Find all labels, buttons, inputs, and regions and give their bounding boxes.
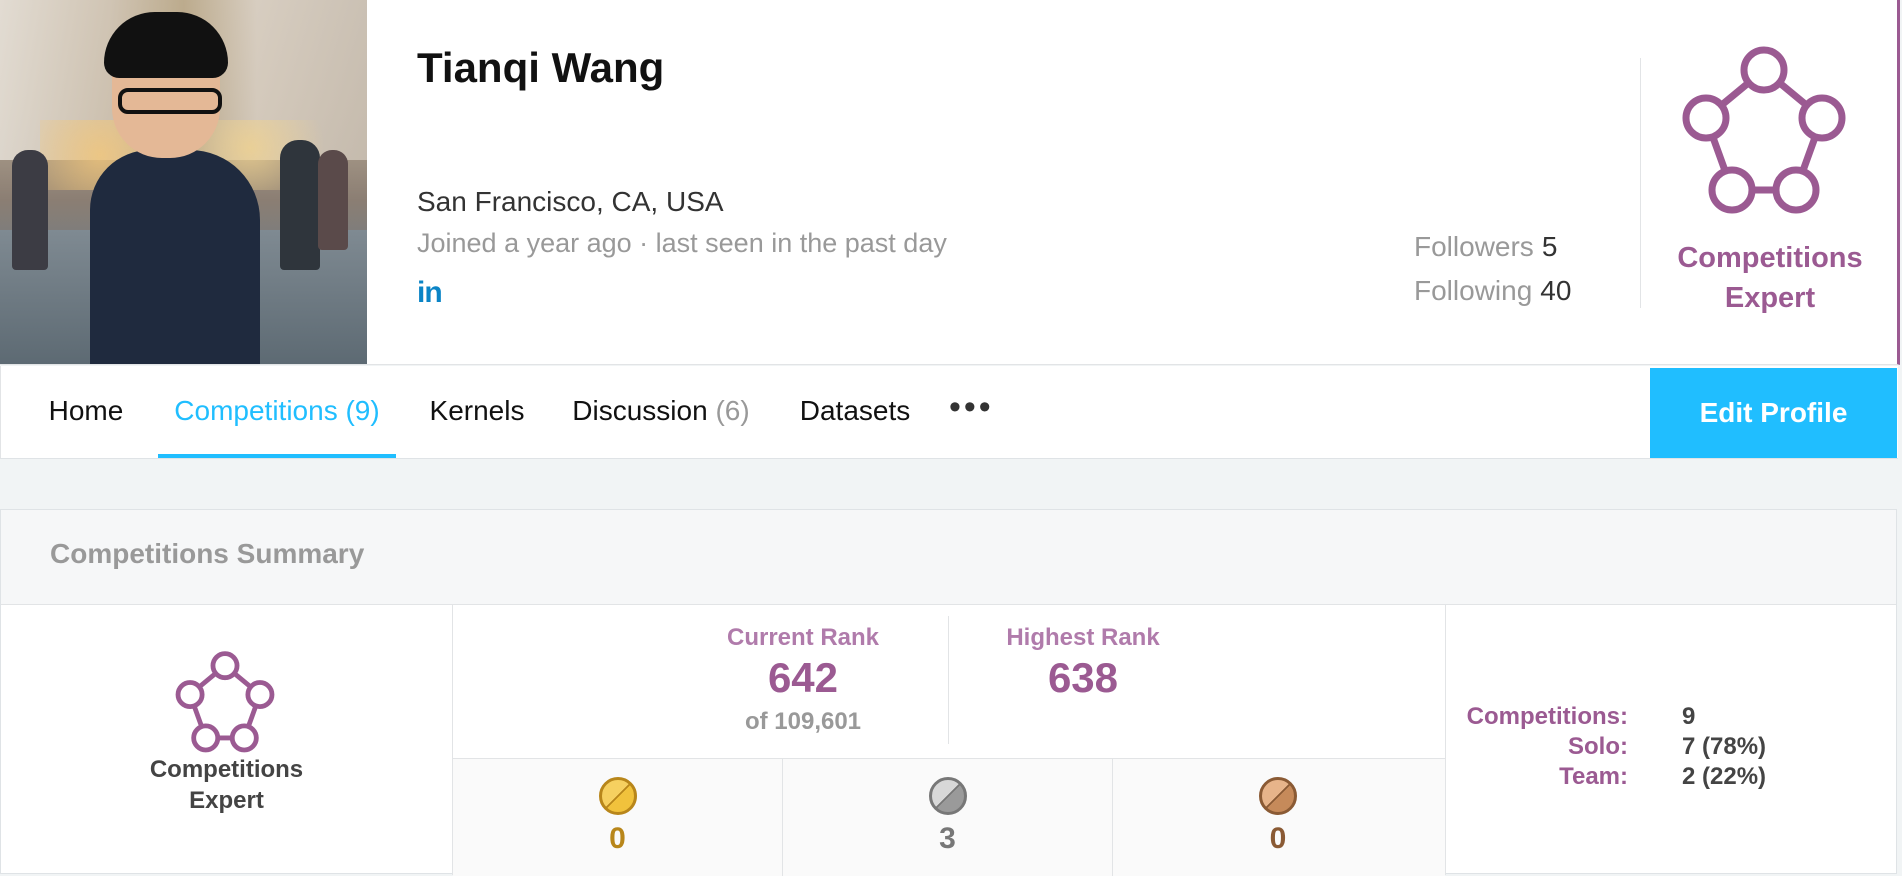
silver-medal-icon bbox=[928, 777, 967, 815]
summary-tier-line1: Competitions bbox=[149, 756, 304, 783]
stat-value: 7 (78%) bbox=[1682, 733, 1767, 760]
avatar-crowd bbox=[318, 150, 348, 250]
profile-header: Tianqi Wang San Francisco, CA, USA Joine… bbox=[0, 0, 1900, 365]
linkedin-icon[interactable]: in bbox=[417, 276, 443, 310]
summary-tier-label: Competitions Expert bbox=[1, 754, 452, 816]
avatar-person-coat bbox=[90, 150, 260, 364]
following-label: Following bbox=[1414, 275, 1533, 306]
tab-label: Discussion bbox=[572, 395, 708, 426]
profile-nav: Home Competitions (9) Kernels Discussion… bbox=[0, 366, 1898, 459]
profile-name: Tianqi Wang bbox=[417, 44, 665, 91]
highest-rank: Highest Rank 638 bbox=[978, 624, 1188, 704]
silver-medal-count: 3 bbox=[939, 822, 956, 855]
bronze-medal-count: 0 bbox=[1269, 822, 1287, 855]
followers-label: Followers bbox=[1414, 231, 1534, 262]
following-count: 40 bbox=[1540, 275, 1572, 306]
bronze-medal-cell: 0 bbox=[1113, 759, 1443, 876]
current-rank-label: Current Rank bbox=[726, 624, 880, 651]
card-header: Competitions Summary bbox=[1, 510, 1896, 605]
profile-location: San Francisco, CA, USA bbox=[417, 186, 724, 217]
tab-home[interactable]: Home bbox=[31, 366, 141, 458]
tab-label: Home bbox=[48, 395, 124, 426]
tier-label-line1: Competitions bbox=[1677, 242, 1863, 274]
current-rank-value: 642 bbox=[767, 654, 839, 701]
tab-label: Competitions bbox=[174, 395, 338, 426]
stat-value: 2 (22%) bbox=[1682, 763, 1767, 790]
highest-rank-label: Highest Rank bbox=[1006, 624, 1160, 651]
competitions-summary-card: Competitions Summary Competitions Expert bbox=[0, 509, 1897, 876]
tab-count: (9) bbox=[345, 395, 380, 426]
followers-link[interactable]: Followers 5 bbox=[1414, 231, 1557, 263]
current-rank: Current Rank 642 of 109,601 bbox=[703, 624, 903, 736]
tier-label: Competitions Expert bbox=[1648, 238, 1892, 318]
tab-competitions[interactable]: Competitions (9) bbox=[158, 366, 396, 458]
avatar-crowd bbox=[280, 140, 320, 270]
tier-label-line2: Expert bbox=[1724, 282, 1816, 314]
summary-rank-column: Current Rank 642 of 109,601 Highest Rank… bbox=[453, 604, 1446, 876]
rank-divider bbox=[948, 616, 949, 744]
avatar-glasses bbox=[118, 88, 222, 114]
edit-profile-button[interactable]: Edit Profile bbox=[1650, 368, 1897, 458]
followers-count: 5 bbox=[1541, 231, 1558, 262]
medals-row: 0 3 0 bbox=[453, 758, 1445, 876]
bronze-medal-icon bbox=[1259, 777, 1297, 815]
header-divider bbox=[1640, 58, 1641, 308]
expert-pentagon-icon bbox=[1682, 46, 1846, 214]
gold-medal-count: 0 bbox=[609, 822, 626, 855]
tab-discussion[interactable]: Discussion (6) bbox=[561, 366, 761, 458]
avatar[interactable] bbox=[0, 0, 367, 364]
tab-count: (6) bbox=[715, 395, 750, 426]
highest-rank-value: 638 bbox=[1047, 654, 1119, 701]
stat-label: Solo: bbox=[1568, 733, 1628, 760]
summary-tier-line2: Expert bbox=[189, 787, 264, 814]
following-link[interactable]: Following 40 bbox=[1414, 275, 1571, 307]
gold-medal-icon bbox=[598, 777, 637, 815]
gold-medal-cell: 0 bbox=[453, 759, 783, 876]
card-title: Competitions Summary bbox=[50, 538, 365, 569]
summary-stats-column: Competitions: 9 Solo: 7 (78%) Team: 2 (2… bbox=[1446, 604, 1896, 875]
tab-datasets[interactable]: Datasets bbox=[791, 366, 919, 458]
summary-tier-column: Competitions Expert bbox=[1, 604, 453, 875]
stat-label: Competitions: bbox=[1466, 703, 1628, 730]
stat-value: 9 bbox=[1682, 703, 1696, 730]
current-rank-of: of 109,601 bbox=[744, 708, 862, 735]
stat-label: Team: bbox=[1559, 763, 1628, 790]
tab-kernels[interactable]: Kernels bbox=[419, 366, 535, 458]
tab-label: Kernels bbox=[429, 395, 525, 426]
silver-medal-cell: 3 bbox=[783, 759, 1113, 876]
more-options-icon[interactable]: ••• bbox=[949, 366, 994, 458]
profile-joined: Joined a year ago · last seen in the pas… bbox=[417, 228, 947, 258]
expert-pentagon-icon bbox=[175, 651, 275, 753]
tab-label: Datasets bbox=[799, 395, 911, 426]
avatar-crowd bbox=[12, 150, 48, 270]
